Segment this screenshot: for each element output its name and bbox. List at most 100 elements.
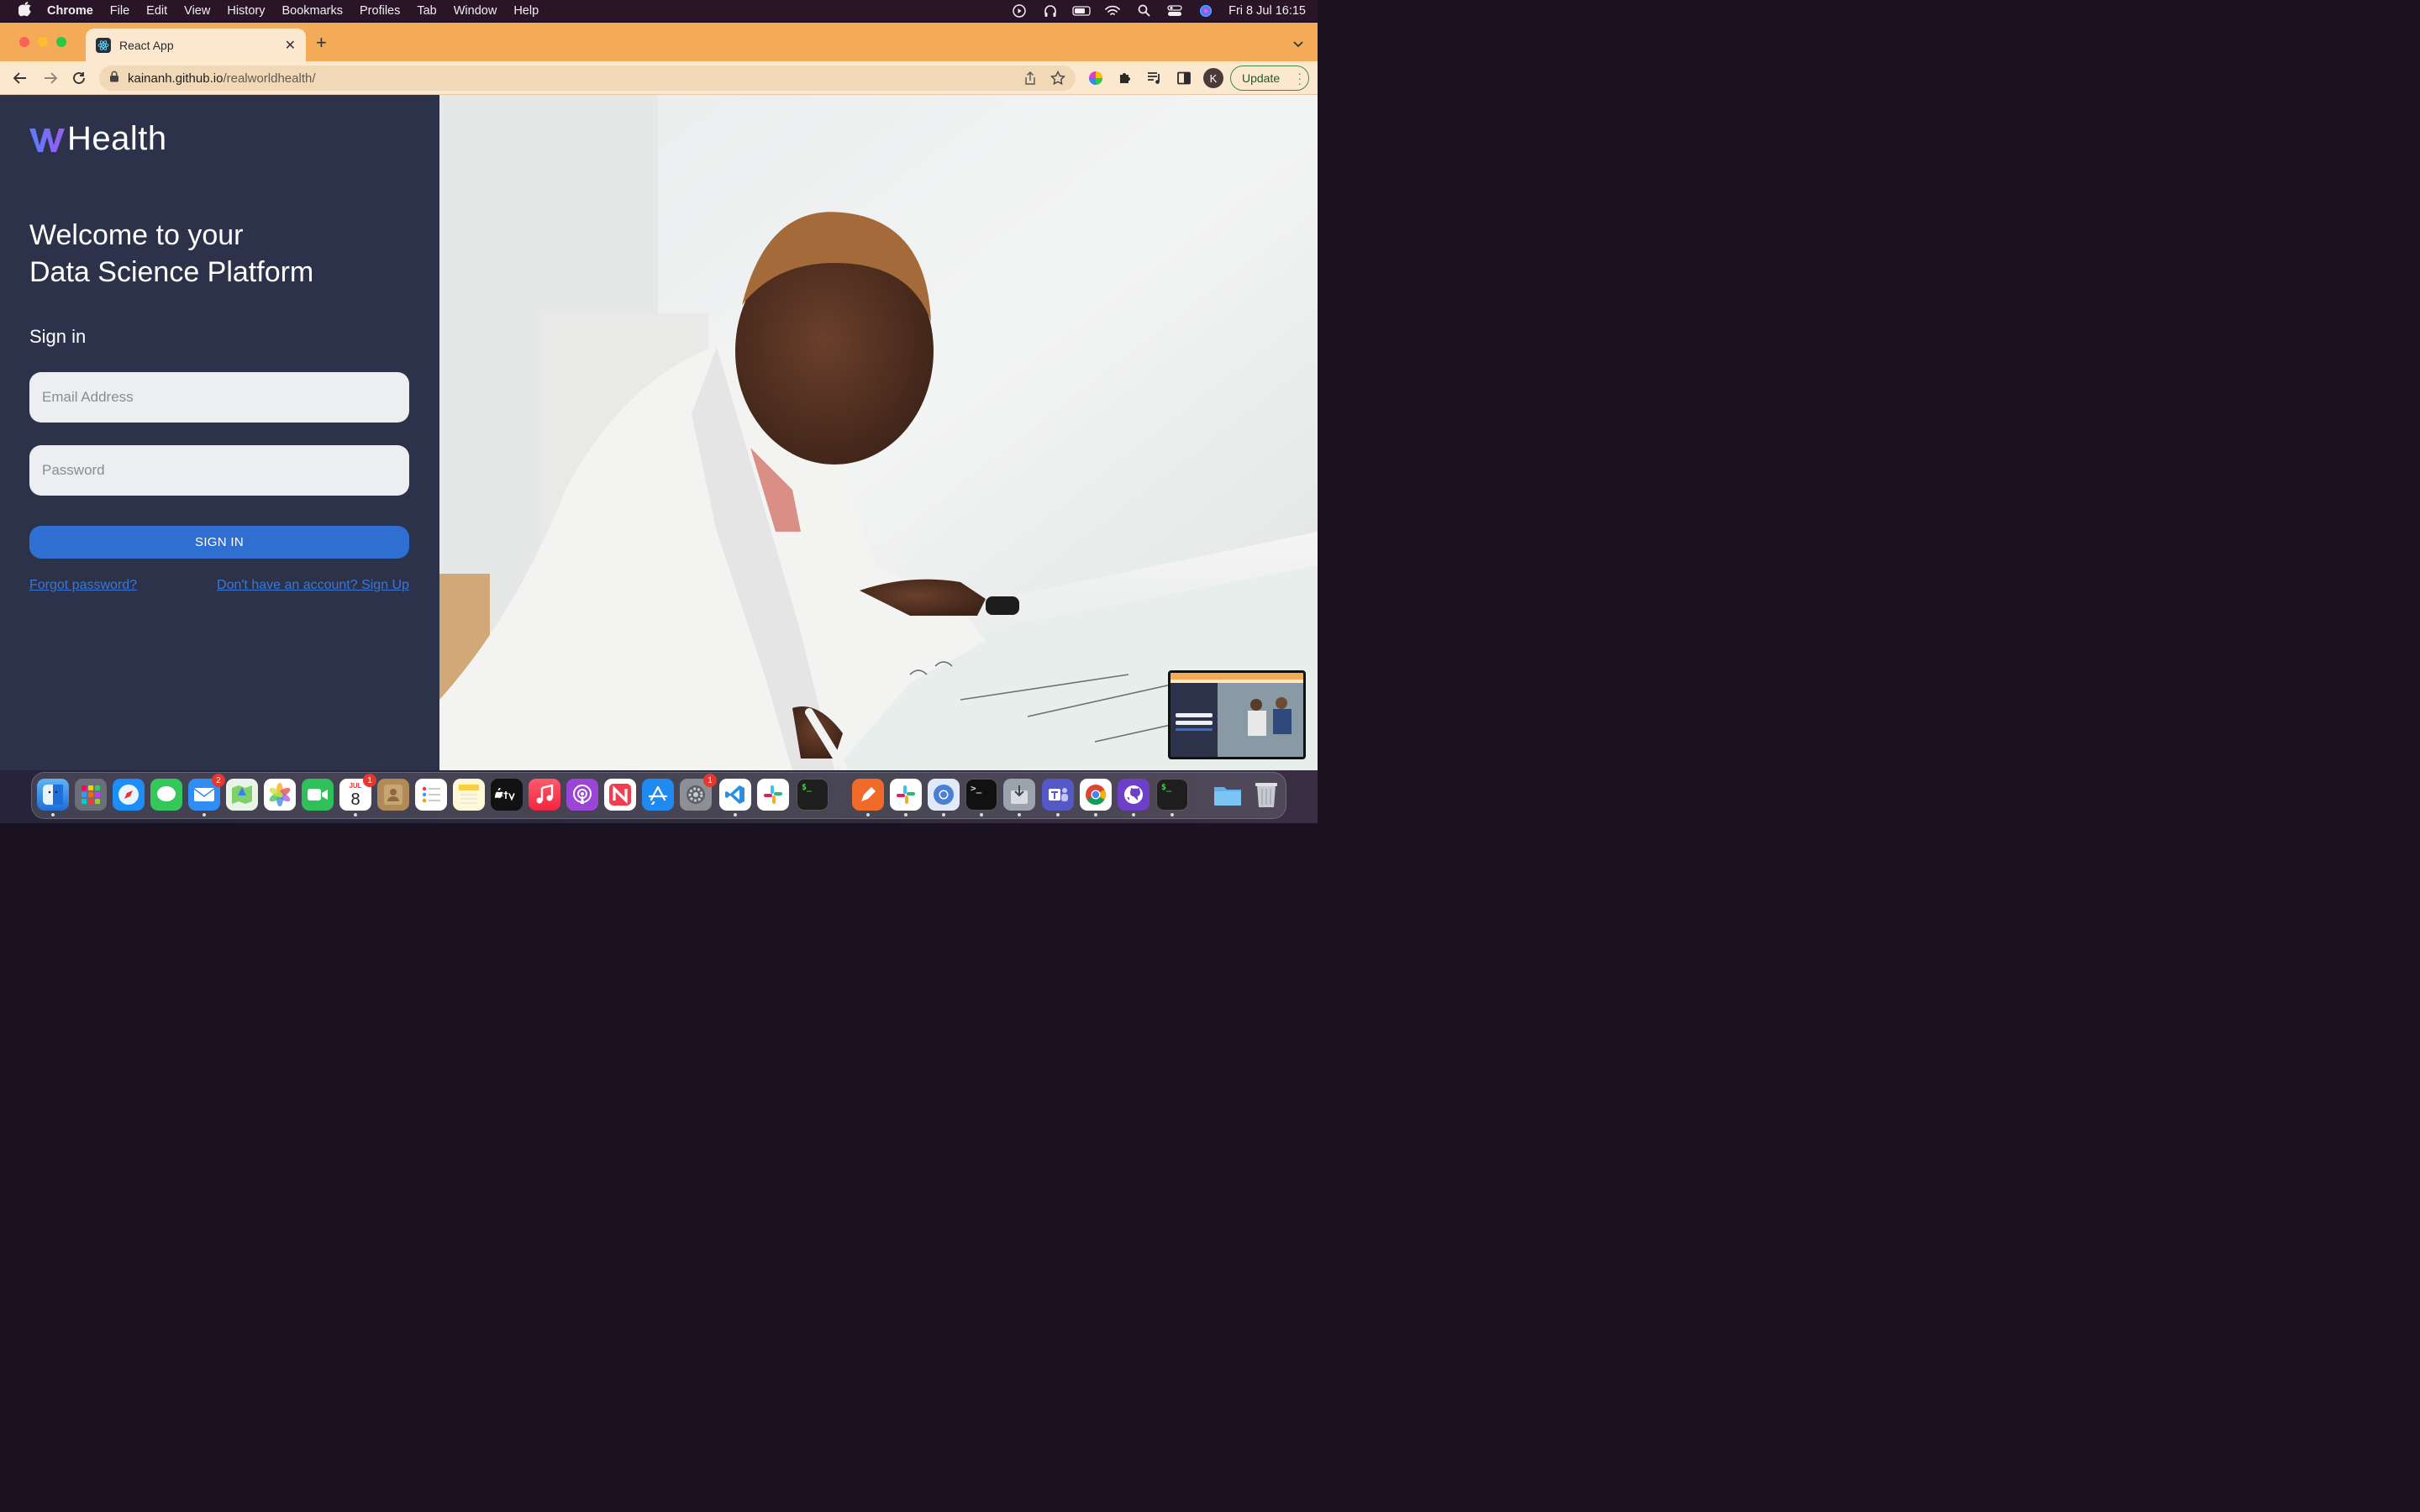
extensions-puzzle-icon[interactable] [1117,70,1134,87]
address-bar[interactable]: kainanh.github.io/realworldhealth/ [99,66,1076,91]
menu-history[interactable]: History [227,4,265,18]
menu-tab[interactable]: Tab [417,4,436,18]
lock-icon[interactable] [109,71,119,87]
more-vert-icon[interactable]: · · · [1297,67,1302,89]
welcome-heading: Welcome to your Data Science Platform [29,217,313,291]
welcome-line-2: Data Science Platform [29,256,314,288]
zoom-window-button[interactable] [56,37,66,47]
podcasts-icon[interactable] [566,779,598,811]
downloads-running-indicator [1018,813,1021,816]
messages-icon[interactable] [150,779,182,811]
menu-view[interactable]: View [184,4,210,18]
terminal-app-icon[interactable]: >_ [965,779,997,811]
calendar-running-indicator [354,813,357,816]
forgot-password-link[interactable]: Forgot password? [29,578,137,593]
menubar-status-area: Fri 8 Jul 16:15 [997,0,1306,21]
calendar-icon[interactable]: JUL 8 1 [339,774,376,811]
headphones-icon[interactable] [1041,3,1060,18]
side-panel-icon[interactable] [1176,70,1192,87]
apple-tv-icon[interactable] [491,779,523,811]
slack-icon[interactable] [757,779,789,811]
menu-help[interactable]: Help [513,4,539,18]
safari-icon[interactable] [113,779,145,811]
system-settings-icon[interactable]: 1 [680,774,717,811]
finder-icon[interactable] [37,779,69,811]
close-window-button[interactable] [19,37,29,47]
logo-text: Health [67,120,167,157]
maps-icon[interactable] [226,779,258,811]
menu-app-name[interactable]: Chrome [47,4,93,18]
menu-window[interactable]: Window [454,4,497,18]
downloads-stack-icon[interactable] [1003,779,1035,811]
search-icon[interactable] [1134,3,1153,18]
scientist-photo-image [439,95,1318,770]
signin-heading: Sign in [29,326,87,347]
macos-menubar: Chrome File Edit View History Bookmarks … [0,0,1318,21]
vscode-icon[interactable] [719,779,751,811]
finder-running-indicator [51,813,55,816]
google-chrome-icon[interactable] [1080,779,1112,811]
wifi-icon[interactable] [1103,3,1122,18]
terminal-icon[interactable]: $_ [797,779,829,811]
sketch-pen-icon[interactable] [852,779,884,811]
terminal-running-indicator [980,813,983,816]
new-tab-button[interactable]: + [316,34,327,52]
play-icon[interactable] [1010,3,1028,18]
back-arrow-icon[interactable] [12,70,29,87]
tab-react-app[interactable]: React App ✕ [86,29,306,61]
logo-w-icon [29,128,65,152]
reminders-icon[interactable] [415,779,447,811]
trash-icon[interactable] [1250,779,1282,811]
chrome-tabstrip: React App ✕ + [0,23,1318,61]
launchpad-icon[interactable] [75,779,107,811]
menu-bookmarks[interactable]: Bookmarks [281,4,343,18]
music-icon[interactable] [529,779,560,811]
tab-search-chevron-icon[interactable] [1292,38,1304,53]
forward-arrow-icon[interactable] [42,70,59,87]
folder-icon[interactable] [1212,779,1244,811]
update-label: Update [1242,71,1281,85]
app-store-icon[interactable] [642,779,674,811]
update-button[interactable]: Update · · · [1230,66,1309,91]
slack-alt-icon[interactable] [890,779,922,811]
chrome-canary-icon[interactable] [928,779,960,811]
calendar-day: 8 [350,790,360,809]
bookmark-star-icon[interactable] [1050,70,1066,90]
menu-file[interactable]: File [110,4,129,18]
sign-in-button[interactable]: SIGN IN [29,526,409,559]
reload-icon[interactable] [71,70,87,87]
profile-avatar[interactable]: K [1203,68,1223,88]
sign-up-link[interactable]: Don't have an account? Sign Up [217,578,409,593]
control-center-icon[interactable] [1165,3,1184,18]
battery-icon[interactable] [1072,3,1091,18]
app-logo: Health [29,120,167,158]
email-input[interactable] [29,372,409,423]
close-tab-icon[interactable]: ✕ [285,37,296,54]
news-icon[interactable] [604,779,636,811]
iterm-icon[interactable]: $_ [1156,779,1188,811]
menubar-clock[interactable]: Fri 8 Jul 16:15 [1228,4,1306,18]
minimize-window-button[interactable] [38,37,48,47]
chrome-toolbar: kainanh.github.io/realworldhealth/ K Upd… [0,61,1318,95]
apple-icon[interactable] [18,1,32,20]
calendar-badge: 1 [363,774,376,787]
calendar-month: JUL [349,782,362,790]
menu-profiles[interactable]: Profiles [360,4,400,18]
siri-icon[interactable] [1197,3,1215,18]
vscode-running-indicator [734,813,737,816]
facetime-icon[interactable] [302,779,334,811]
menu-edit[interactable]: Edit [146,4,167,18]
color-picker-extension-icon[interactable] [1087,70,1104,87]
url-host: kainanh.github.io [128,71,224,86]
picture-in-picture-thumbnail[interactable] [1168,670,1306,759]
url-text[interactable]: kainanh.github.io/realworldhealth/ [128,71,316,86]
github-desktop-icon[interactable] [1118,779,1150,811]
mail-icon[interactable]: 2 [188,774,225,811]
teams-icon[interactable] [1042,779,1074,811]
notes-icon[interactable] [453,779,485,811]
share-icon[interactable] [1023,71,1037,90]
contacts-icon[interactable] [377,779,409,811]
photos-icon[interactable] [264,779,296,811]
media-queue-icon[interactable] [1146,70,1163,87]
password-input[interactable] [29,445,409,496]
